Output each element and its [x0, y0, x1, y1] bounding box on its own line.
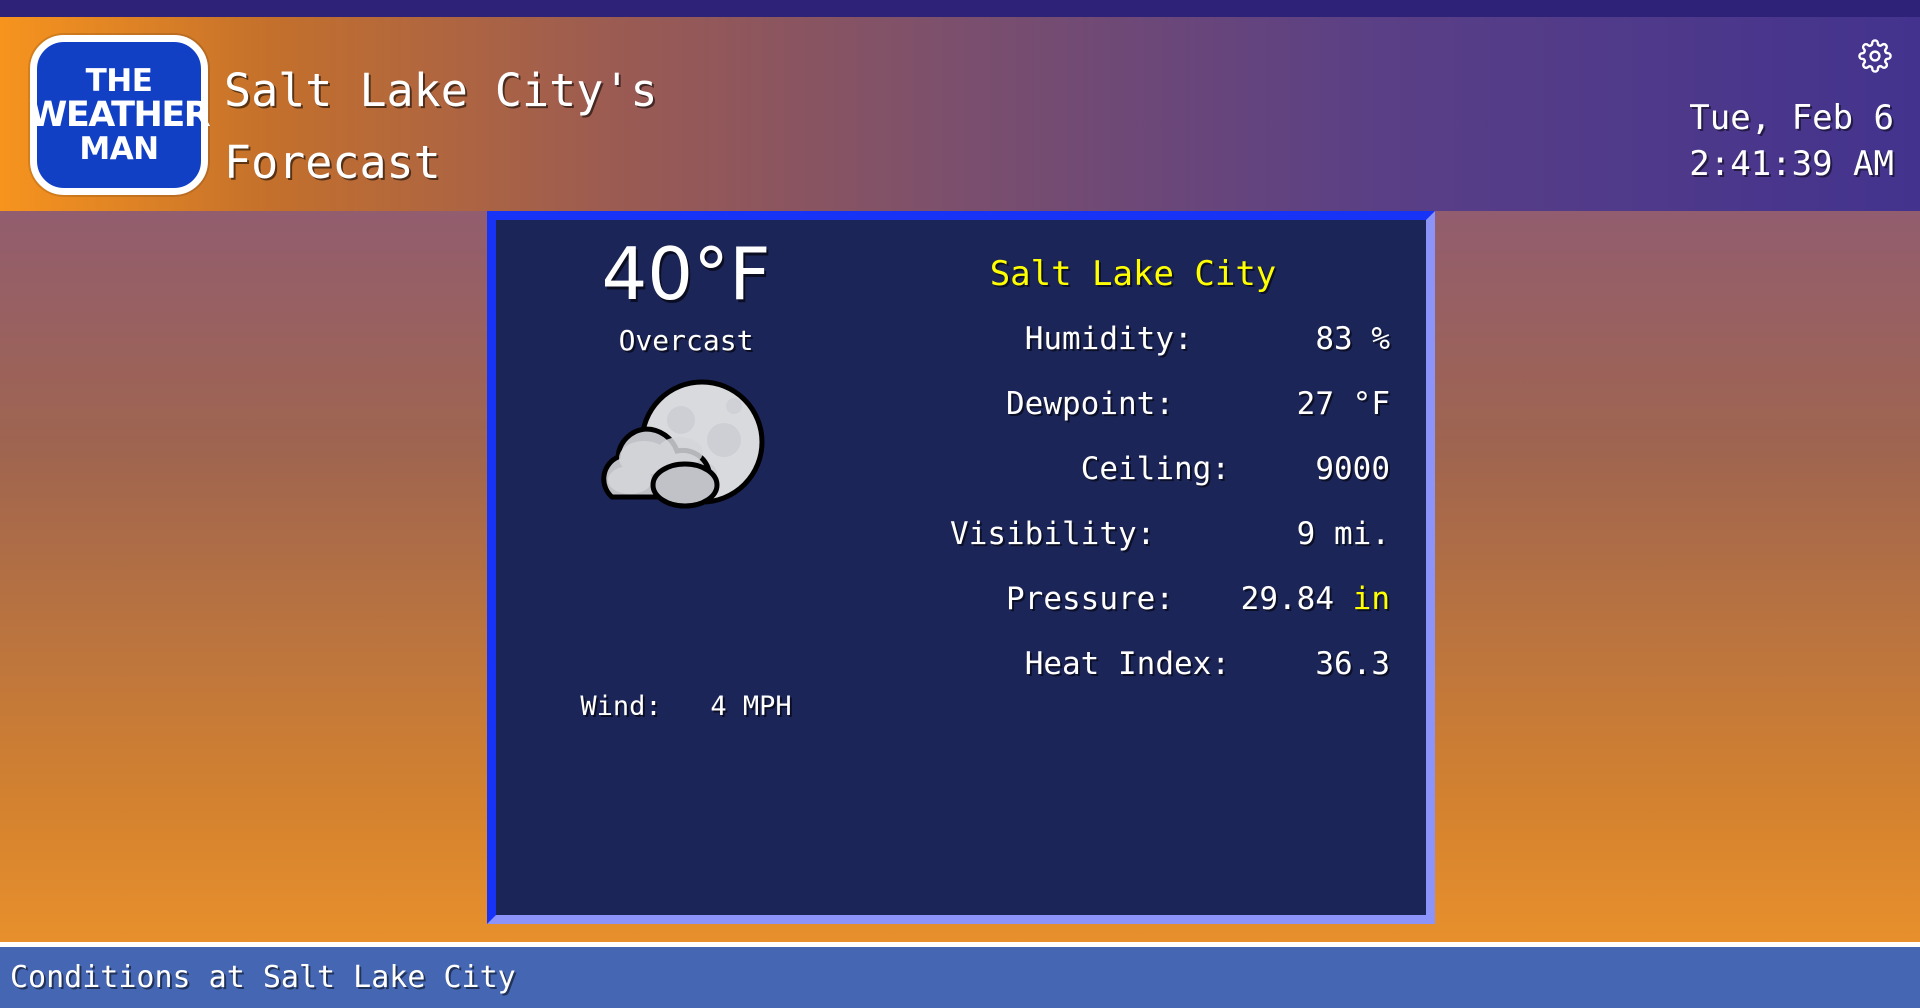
metric-value: 36.3: [1315, 646, 1390, 682]
current-time: 2:41:39 AM: [1689, 144, 1894, 184]
metric-unit: in: [1334, 581, 1390, 617]
metrics-list: Humidity: 83 % Dewpoint: 27 °F Ceiling: 9000 V…: [876, 307, 1406, 697]
metric-row: Humidity: 83 %: [876, 307, 1406, 372]
conditions-summary-panel: 40°F Overcast Wind: 4 MPH: [496, 220, 876, 915]
metric-label: Pressure:: [1006, 581, 1174, 617]
metric-value: 83: [1315, 321, 1353, 357]
app-header: THE WEATHER MAN Salt Lake City's Forecas…: [0, 17, 1920, 211]
current-condition-text: Overcast: [618, 324, 754, 357]
logo-text-man: MAN: [79, 130, 159, 167]
metric-unit: °F: [1334, 386, 1390, 422]
status-bar-text: Conditions at Salt Lake City: [10, 960, 516, 995]
gear-icon[interactable]: [1858, 39, 1892, 73]
metric-unit: mi.: [1315, 516, 1390, 552]
status-bar: Conditions at Salt Lake City: [0, 942, 1920, 1008]
metric-value: 29.84: [1240, 581, 1334, 617]
metric-value: 9: [1296, 516, 1316, 552]
page-title-line-1: Salt Lake City's: [224, 64, 658, 117]
metric-label: Dewpoint:: [1006, 386, 1174, 422]
metric-label: Heat Index:: [1024, 646, 1230, 682]
metric-unit: %: [1352, 321, 1390, 357]
metric-row: Ceiling: 9000: [876, 437, 1406, 502]
current-temperature: 40°F: [601, 232, 771, 316]
top-accent-strip: [0, 0, 1920, 17]
logo-text-weather: WEATHER: [28, 94, 211, 135]
metric-row: Visibility: 9 mi.: [876, 502, 1406, 567]
metric-row: Dewpoint: 27 °F: [876, 372, 1406, 437]
page-title-line-2: Forecast: [224, 136, 441, 189]
current-date: Tue, Feb 6: [1689, 98, 1894, 138]
metric-value: 9000: [1315, 451, 1390, 487]
cloudy-night-icon: [578, 370, 788, 530]
metric-label: Visibility:: [950, 516, 1156, 552]
metric-label: Ceiling:: [1080, 451, 1230, 487]
metric-row: Pressure: 29.84 in: [876, 567, 1406, 632]
conditions-metrics-panel: Salt Lake City Humidity: 83 % Dewpoint: 27 …: [876, 242, 1406, 697]
header-datetime: Tue, Feb 6 2:41:39 AM: [1689, 95, 1894, 187]
current-conditions-card: 40°F Overcast Wind: 4 MPH Salt Lake City…: [487, 211, 1435, 924]
station-name: Salt Lake City: [989, 254, 1277, 294]
logo-text-the: THE: [85, 62, 153, 99]
app-logo: THE WEATHER MAN: [28, 35, 211, 195]
page-title: Salt Lake City's Forecast: [224, 55, 1124, 199]
metric-value: 27: [1296, 386, 1334, 422]
metric-row: Heat Index: 36.3: [876, 632, 1406, 697]
metric-label: Humidity:: [1024, 321, 1193, 357]
wind-reading: Wind: 4 MPH: [580, 691, 792, 722]
